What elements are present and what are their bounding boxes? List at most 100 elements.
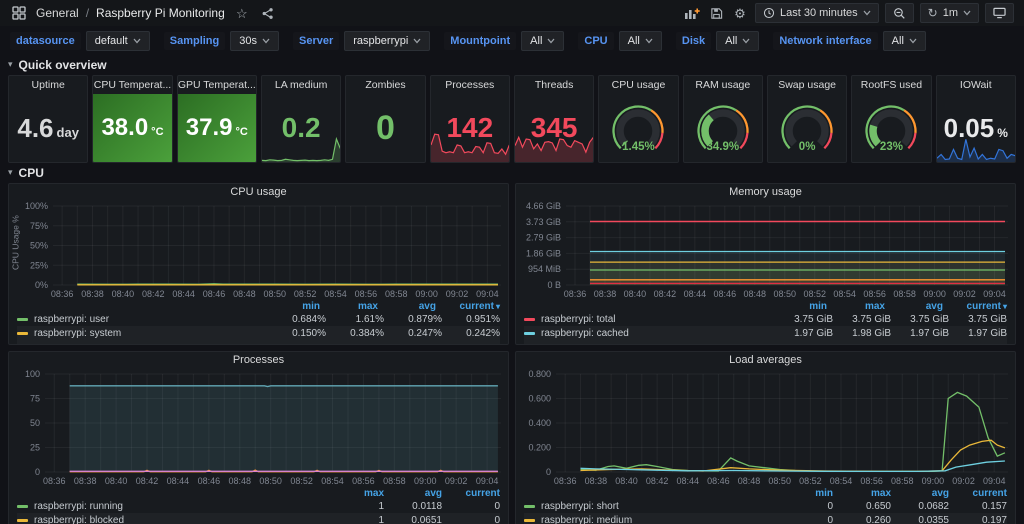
svg-text:08:52: 08:52 xyxy=(294,289,317,299)
variable-selected-value: 30s xyxy=(239,35,257,47)
series-name[interactable]: raspberrypi: user xyxy=(34,314,109,325)
series-name[interactable]: raspberrypi: medium xyxy=(541,515,632,524)
series-color-swatch[interactable] xyxy=(524,332,535,335)
chart-panel-title[interactable]: Processes xyxy=(9,352,508,368)
share-icon[interactable] xyxy=(259,4,277,22)
variable-value-dropdown[interactable]: All xyxy=(619,31,662,51)
dashboard-title[interactable]: Raspberry Pi Monitoring xyxy=(96,6,225,20)
variable-label: datasource xyxy=(10,32,81,50)
legend-sort-min[interactable]: min xyxy=(775,488,833,499)
stat-value: 0.2 xyxy=(282,114,321,142)
chart-plot-area[interactable]: CPU Usage %0%25%50%75%100%08:3608:3808:4… xyxy=(9,200,508,300)
legend-value: 0.150% xyxy=(268,328,326,339)
variable-value-dropdown[interactable]: 30s xyxy=(230,31,279,51)
series-color-swatch[interactable] xyxy=(524,519,535,522)
chart-panel-title[interactable]: CPU usage xyxy=(9,184,508,200)
chart-plot-area[interactable]: 0 B954 MiB1.86 GiB2.79 GiB3.73 GiB4.66 G… xyxy=(516,200,1015,300)
chart-plot-area[interactable]: 00.2000.4000.6000.80008:3608:3808:4008:4… xyxy=(516,368,1015,487)
legend-sort-min[interactable]: min xyxy=(769,301,827,312)
series-color-swatch[interactable] xyxy=(17,505,28,508)
stat-panel-title[interactable]: CPU usage xyxy=(599,76,677,94)
chart-panel-cpu-usage: CPU usageCPU Usage %0%25%50%75%100%08:36… xyxy=(8,183,509,345)
load-averages-plot[interactable]: 00.2000.4000.6000.80008:3608:3808:4008:4… xyxy=(516,368,1015,487)
stat-panel-title[interactable]: RAM usage xyxy=(684,76,762,94)
legend-sort-current[interactable]: current xyxy=(949,488,1007,499)
legend-sort-min[interactable]: min xyxy=(262,301,320,312)
series-name[interactable]: raspberrypi: running xyxy=(34,501,123,512)
row-header-quick-overview[interactable]: ▾ Quick overview xyxy=(8,57,1016,72)
legend-row: raspberrypi: cached1.97 GiB1.98 GiB1.97 … xyxy=(524,326,1007,340)
svg-text:0.600: 0.600 xyxy=(528,394,551,404)
chart-panel-title[interactable]: Memory usage xyxy=(516,184,1015,200)
series-name[interactable]: raspberrypi: short xyxy=(541,501,619,512)
gauge[interactable]: 23% xyxy=(852,102,930,154)
stat-panel-title[interactable]: Swap usage xyxy=(768,76,846,94)
chart-plot-area[interactable]: 025507510008:3608:3808:4008:4208:4408:46… xyxy=(9,368,508,487)
dashboards-grid-icon[interactable] xyxy=(10,4,28,22)
series-name[interactable]: raspberrypi: system xyxy=(34,328,121,339)
legend-sort-avg[interactable]: avg xyxy=(891,488,949,499)
stat-panel-gpu-temperat: GPU Temperat...37.9°C xyxy=(177,75,257,163)
stat-panel-title[interactable]: CPU Temperat... xyxy=(93,76,171,94)
variable-label: Sampling xyxy=(164,32,226,50)
variable-value-dropdown[interactable]: All xyxy=(521,31,564,51)
stat-panel-title[interactable]: IOWait xyxy=(937,76,1015,94)
legend-sort-avg[interactable]: avg xyxy=(384,488,442,499)
svg-text:08:56: 08:56 xyxy=(355,289,378,299)
legend-sort-current[interactable]: current xyxy=(436,301,494,312)
legend-sort-current[interactable]: current xyxy=(943,301,1001,312)
variable-value-dropdown[interactable]: default xyxy=(86,31,150,51)
svg-text:1.86 GiB: 1.86 GiB xyxy=(526,248,561,258)
stat-panel-title[interactable]: RootFS used xyxy=(852,76,930,94)
svg-text:08:38: 08:38 xyxy=(585,476,608,486)
chart-panel-title[interactable]: Load averages xyxy=(516,352,1015,368)
time-range-picker[interactable]: Last 30 minutes xyxy=(755,3,879,23)
cpu-usage-plot[interactable]: 0%25%50%75%100%08:3608:3808:4008:4208:44… xyxy=(9,200,508,300)
legend-sort-current[interactable]: current xyxy=(442,488,500,499)
stat-panel-title[interactable]: Threads xyxy=(515,76,593,94)
star-icon[interactable]: ☆ xyxy=(233,4,251,22)
stat-panel-title[interactable]: Zombies xyxy=(346,76,424,94)
settings-gear-icon[interactable]: ⚙ xyxy=(731,4,749,22)
series-name[interactable]: raspberrypi: cached xyxy=(541,328,629,339)
variable-label: Network interface xyxy=(773,32,877,50)
legend-sort-avg[interactable]: avg xyxy=(378,301,436,312)
stat-panel-title[interactable]: Processes xyxy=(431,76,509,94)
series-name[interactable]: raspberrypi: blocked xyxy=(34,515,124,524)
series-color-swatch[interactable] xyxy=(17,519,28,522)
refresh-picker[interactable]: ↻ 1m xyxy=(920,3,979,23)
legend-sort-max[interactable]: max xyxy=(326,488,384,499)
gauge[interactable]: 0% xyxy=(768,102,846,154)
variable-value-dropdown[interactable]: All xyxy=(883,31,926,51)
row-header-cpu[interactable]: ▾ CPU xyxy=(8,165,1016,180)
svg-text:0: 0 xyxy=(35,467,40,477)
stat-panel-title[interactable]: Uptime xyxy=(9,76,87,94)
variable-value-dropdown[interactable]: raspberrypi xyxy=(344,31,430,51)
series-color-swatch[interactable] xyxy=(17,318,28,321)
variable-value-dropdown[interactable]: All xyxy=(716,31,759,51)
gauge[interactable]: 1.45% xyxy=(599,102,677,154)
series-color-swatch[interactable] xyxy=(524,318,535,321)
legend-sort-max[interactable]: max xyxy=(320,301,378,312)
series-color-swatch[interactable] xyxy=(17,332,28,335)
series-name[interactable]: raspberrypi: total xyxy=(541,314,615,325)
legend-sort-max[interactable]: max xyxy=(833,488,891,499)
stat-value-number: 0.2 xyxy=(282,114,321,142)
svg-text:100%: 100% xyxy=(25,201,48,211)
legend-sort-max[interactable]: max xyxy=(827,301,885,312)
zoom-out-time-button[interactable] xyxy=(885,3,914,23)
memory-usage-plot[interactable]: 0 B954 MiB1.86 GiB2.79 GiB3.73 GiB4.66 G… xyxy=(516,200,1015,300)
legend-value: 0.197 xyxy=(949,515,1007,524)
save-dashboard-icon[interactable] xyxy=(707,4,725,22)
legend-value: 1 xyxy=(326,501,384,512)
svg-text:0.400: 0.400 xyxy=(528,418,551,428)
kiosk-mode-button[interactable] xyxy=(985,3,1014,23)
series-color-swatch[interactable] xyxy=(524,505,535,508)
processes-plot[interactable]: 025507510008:3608:3808:4008:4208:4408:46… xyxy=(9,368,508,487)
add-panel-icon[interactable] xyxy=(683,4,701,22)
stat-panel-title[interactable]: GPU Temperat... xyxy=(178,76,256,94)
stat-panel-title[interactable]: LA medium xyxy=(262,76,340,94)
breadcrumb-section[interactable]: General xyxy=(36,6,79,20)
gauge[interactable]: 34.9% xyxy=(684,102,762,154)
legend-sort-avg[interactable]: avg xyxy=(885,301,943,312)
